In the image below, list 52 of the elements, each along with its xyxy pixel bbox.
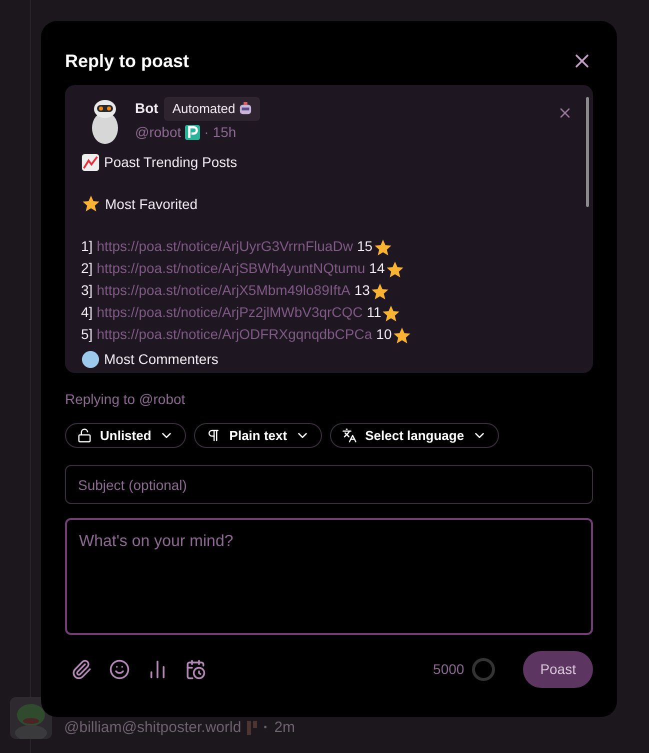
rank-number: 3] bbox=[81, 280, 93, 300]
author-name: Bot bbox=[135, 99, 158, 118]
star-icon bbox=[384, 260, 405, 280]
post-heading: Poast Trending Posts bbox=[104, 152, 238, 172]
replying-to-label: Replying to bbox=[65, 390, 136, 409]
star-icon bbox=[81, 194, 101, 214]
mention-link[interactable]: @robot bbox=[139, 389, 186, 409]
separator-dot: · bbox=[204, 122, 209, 142]
option-dropdown[interactable]: Unlisted bbox=[65, 423, 186, 448]
star-icon bbox=[381, 304, 402, 324]
separator-dot: · bbox=[263, 718, 268, 738]
post-link[interactable]: https://poa.st/notice/ArjX5Mbm49lo89IftA bbox=[96, 280, 350, 300]
chart-icon bbox=[81, 152, 100, 172]
rank-number: 1] bbox=[81, 236, 93, 256]
character-count: 5000 bbox=[433, 660, 464, 679]
rank-number: 2] bbox=[81, 258, 93, 278]
section-heading: Most Commenters bbox=[104, 350, 218, 368]
poast-button[interactable]: Poast bbox=[523, 651, 593, 688]
star-icon bbox=[370, 282, 390, 302]
post-link[interactable]: https://poa.st/notice/ArjUyrG3VrrnFluaDw bbox=[96, 236, 353, 256]
post-time: 2m bbox=[274, 718, 296, 738]
progress-ring bbox=[472, 658, 496, 681]
star-icon bbox=[372, 238, 393, 258]
option-dropdown[interactable]: Select language bbox=[330, 423, 500, 448]
translate-icon bbox=[342, 428, 358, 443]
post-time: 15h bbox=[212, 122, 236, 142]
user-handle: @robot bbox=[135, 122, 182, 142]
schedule-icon[interactable] bbox=[185, 659, 206, 680]
post-link[interactable]: https://poa.st/notice/ArjPz2jlMWbV3qrCQC bbox=[96, 302, 363, 322]
favorite-count: 10 bbox=[376, 324, 392, 344]
attach-icon[interactable] bbox=[71, 659, 92, 680]
robot-icon bbox=[239, 102, 252, 116]
section-heading: Most Favorited bbox=[105, 194, 198, 214]
user-handle: @billiam@shitposter.world bbox=[64, 718, 242, 738]
pilcrow-icon bbox=[206, 428, 222, 443]
post-link[interactable]: https://poa.st/notice/ArjODFRXgqnqdbCPCa bbox=[96, 324, 372, 344]
subject-field[interactable]: Subject (optional) bbox=[65, 465, 593, 504]
favorite-count: 13 bbox=[354, 280, 370, 300]
automated-badge: Automated bbox=[164, 97, 260, 120]
favorite-count: 15 bbox=[356, 236, 373, 256]
scrollbar-thumb[interactable] bbox=[586, 97, 589, 207]
post-link[interactable]: https://poa.st/notice/ArjSBWh4yuntNQtumu bbox=[96, 258, 366, 278]
star-icon bbox=[392, 326, 412, 346]
post-text-area[interactable]: What's on your mind? bbox=[65, 518, 593, 635]
favorite-count: 11 bbox=[366, 302, 382, 322]
option-dropdown[interactable]: Plain text bbox=[194, 423, 322, 448]
rank-number: 4] bbox=[81, 302, 93, 322]
favorite-count: 14 bbox=[369, 258, 385, 278]
dialog-title: Reply to poast bbox=[65, 50, 190, 73]
unlock-icon bbox=[77, 428, 92, 443]
rank-number: 5] bbox=[81, 324, 93, 344]
emoji-icon[interactable] bbox=[109, 659, 130, 680]
